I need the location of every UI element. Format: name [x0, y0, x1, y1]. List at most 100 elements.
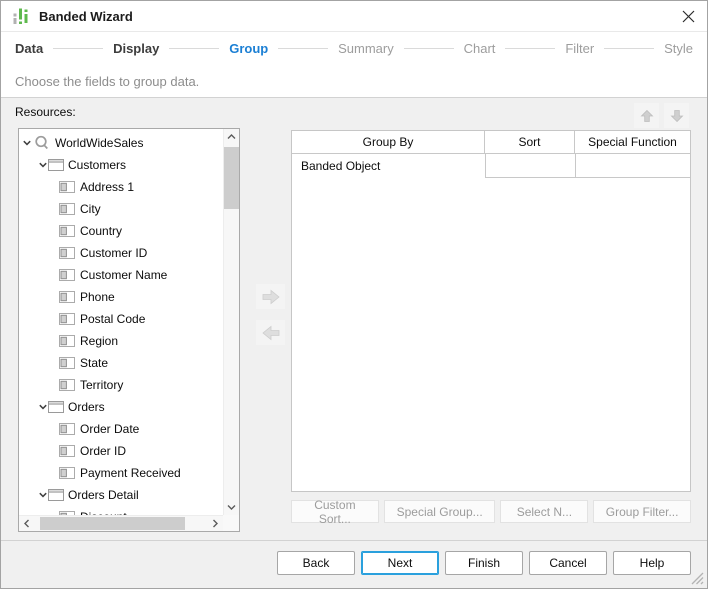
move-up-button[interactable] — [634, 103, 659, 128]
tree-item-label: Order Date — [80, 422, 139, 436]
field-icon — [59, 291, 75, 303]
wizard-step-display[interactable]: Display — [113, 41, 159, 56]
tree-item-customers[interactable]: Customers — [19, 154, 223, 176]
tree-hscroll-thumb[interactable] — [40, 517, 185, 530]
group-action-buttons: Custom Sort...Special Group...Select N..… — [291, 500, 691, 523]
tree-item-worldwidesales[interactable]: WorldWideSales — [19, 132, 223, 154]
right-arrow-icon — [261, 289, 281, 305]
resources-tree-panel: WorldWideSales Customers Address 1 City Coun… — [18, 128, 240, 532]
tree-item-phone[interactable]: Phone — [19, 286, 223, 308]
wizard-subtitle: Choose the fields to group data. — [1, 65, 707, 98]
tree-item-label: Region — [80, 334, 118, 348]
tree-item-customer-id[interactable]: Customer ID — [19, 242, 223, 264]
query-icon — [34, 136, 49, 151]
field-icon — [59, 357, 75, 369]
tree-item-label: Orders — [68, 400, 105, 414]
scroll-up-icon[interactable] — [224, 129, 239, 145]
scroll-right-icon[interactable] — [207, 516, 223, 531]
field-icon — [59, 313, 75, 325]
remove-field-button[interactable] — [256, 320, 285, 345]
tree-item-address-1[interactable]: Address 1 — [19, 176, 223, 198]
tree-item-label: Address 1 — [80, 180, 134, 194]
tree-item-label: City — [80, 202, 101, 216]
tree-item-orders[interactable]: Orders — [19, 396, 223, 418]
tree-item-label: WorldWideSales — [55, 136, 143, 150]
back-button[interactable]: Back — [277, 551, 355, 575]
field-icon — [59, 423, 75, 435]
field-icon — [59, 269, 75, 281]
tree-vertical-scrollbar[interactable] — [223, 129, 239, 515]
field-icon — [59, 379, 75, 391]
tree-item-postal-code[interactable]: Postal Code — [19, 308, 223, 330]
move-down-button[interactable] — [664, 103, 689, 128]
step-connector-line — [278, 48, 328, 49]
step-connector-line — [53, 48, 103, 49]
tree-item-order-date[interactable]: Order Date — [19, 418, 223, 440]
tree-item-label: Territory — [80, 378, 123, 392]
tree-item-label: State — [80, 356, 108, 370]
tree-item-country[interactable]: Country — [19, 220, 223, 242]
wizard-step-filter[interactable]: Filter — [565, 41, 594, 56]
step-connector-line — [404, 48, 454, 49]
tree-item-label: Customer ID — [80, 246, 147, 260]
down-arrow-icon — [669, 108, 685, 124]
tree-item-state[interactable]: State — [19, 352, 223, 374]
cancel-button[interactable]: Cancel — [529, 551, 607, 575]
tree-item-customer-name[interactable]: Customer Name — [19, 264, 223, 286]
column-header-sort: Sort — [485, 131, 575, 154]
tree-item-orders-detail[interactable]: Orders Detail — [19, 484, 223, 506]
field-icon — [59, 467, 75, 479]
group-by-cell[interactable]: Banded Object — [292, 154, 485, 178]
resize-grip[interactable] — [691, 572, 704, 585]
tree-item-label: Order ID — [80, 444, 126, 458]
tree-item-city[interactable]: City — [19, 198, 223, 220]
tree-item-label: Phone — [80, 290, 115, 304]
tree-item-label: Postal Code — [80, 312, 145, 326]
tree-item-label: Customer Name — [80, 268, 167, 282]
left-arrow-icon — [261, 325, 281, 341]
custom-sort-button[interactable]: Custom Sort... — [291, 500, 379, 523]
scroll-down-icon[interactable] — [224, 499, 239, 515]
wizard-step-nav: Data Display Group Summary Chart Filter Style — [1, 32, 707, 65]
tree-item-territory[interactable]: Territory — [19, 374, 223, 396]
close-icon[interactable] — [677, 5, 699, 27]
tree-item-region[interactable]: Region — [19, 330, 223, 352]
special-function-cell[interactable] — [575, 154, 690, 178]
chevron-down-icon[interactable] — [38, 490, 48, 500]
tree-horizontal-scrollbar[interactable] — [19, 515, 223, 531]
chevron-down-icon[interactable] — [38, 160, 48, 170]
tree-item-payment-received[interactable]: Payment Received — [19, 462, 223, 484]
finish-button[interactable]: Finish — [445, 551, 523, 575]
wizard-step-data[interactable]: Data — [15, 41, 43, 56]
scroll-left-icon[interactable] — [19, 516, 35, 531]
add-field-button[interactable] — [256, 284, 285, 309]
sort-cell[interactable] — [485, 154, 575, 178]
wizard-step-style[interactable]: Style — [664, 41, 693, 56]
table-icon — [48, 159, 64, 172]
special-group-button[interactable]: Special Group... — [384, 500, 496, 523]
scrollbar-corner — [223, 515, 239, 531]
wizard-step-chart[interactable]: Chart — [464, 41, 496, 56]
next-button[interactable]: Next — [361, 551, 439, 575]
group-filter-button[interactable]: Group Filter... — [593, 500, 691, 523]
field-icon — [59, 225, 75, 237]
help-button[interactable]: Help — [613, 551, 691, 575]
group-table-body: Banded Object — [292, 154, 690, 178]
column-header-special-function: Special Function — [575, 131, 690, 154]
resources-label: Resources: — [15, 105, 76, 119]
group-by-table: Group BySortSpecial Function Banded Obje… — [291, 130, 691, 492]
group-table-header: Group BySortSpecial Function — [292, 131, 690, 154]
chevron-down-icon[interactable] — [22, 138, 32, 148]
tree-item-discount[interactable]: Discount — [19, 506, 223, 515]
step-connector-line — [604, 48, 654, 49]
tree-item-order-id[interactable]: Order ID — [19, 440, 223, 462]
select-n-button[interactable]: Select N... — [500, 500, 588, 523]
field-icon — [59, 247, 75, 259]
field-icon — [59, 181, 75, 193]
wizard-step-summary[interactable]: Summary — [338, 41, 394, 56]
tree-vscroll-thumb[interactable] — [224, 147, 239, 209]
title-bar: Banded Wizard — [1, 1, 707, 32]
tree-item-label: Orders Detail — [68, 488, 139, 502]
wizard-step-group[interactable]: Group — [229, 41, 268, 56]
chevron-down-icon[interactable] — [38, 402, 48, 412]
